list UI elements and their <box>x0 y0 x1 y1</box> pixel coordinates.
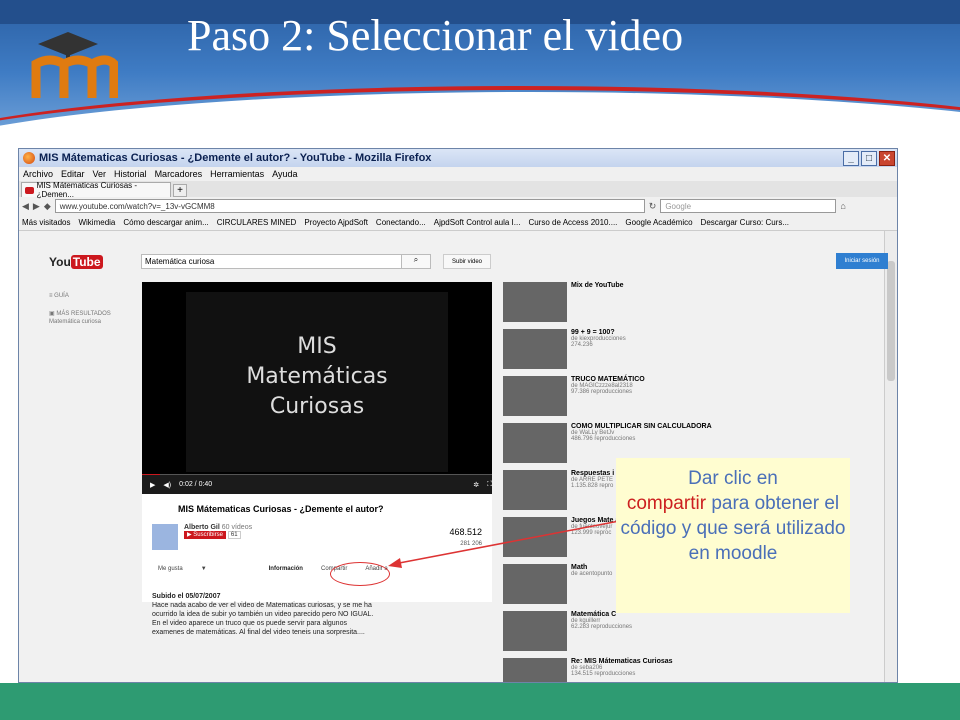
url-bar[interactable]: www.youtube.com/watch?v=_13v-vGCMM8 <box>54 199 645 213</box>
bookmark-5[interactable]: Conectando... <box>376 218 426 227</box>
scrollbar-thumb[interactable] <box>887 261 895 381</box>
related-item[interactable]: 99 + 9 = 100? de kiexproducciones 274.236 <box>503 329 723 375</box>
bookmark-2[interactable]: Cómo descargar anim... <box>123 218 208 227</box>
related-thumbnail[interactable] <box>503 611 567 651</box>
moodle-logo-icon <box>31 32 118 98</box>
youtube-logo[interactable]: You Tube <box>49 255 103 269</box>
menu-bar: Archivo Editar Ver Historial Marcadores … <box>19 167 897 181</box>
related-thumbnail[interactable] <box>503 470 567 510</box>
related-item[interactable]: TRUCO MATEMÁTICO de MAGICzzze8al2318 97.38… <box>503 376 723 422</box>
player-controls: ▶ ◀) 0:02 / 0:40 ✲ ⛶ <box>142 475 492 494</box>
menu-marcadores[interactable]: Marcadores <box>155 169 203 179</box>
subscriber-count: 61 <box>227 531 241 539</box>
bookmarks-bar: Más visitados Wikimedia Cómo descargar a… <box>19 215 897 231</box>
close-button[interactable]: ✕ <box>879 150 895 166</box>
guide-sidebar: ≡ GUÍA ▣ MÁS RESULTADOS Matemática curios… <box>49 292 111 326</box>
volume-icon[interactable]: ◀) <box>163 481 171 489</box>
menu-archivo[interactable]: Archivo <box>23 169 53 179</box>
slide-footer <box>0 683 960 720</box>
instruction-callout: Dar clic en compartir para obtener el có… <box>616 458 850 613</box>
reload-icon[interactable]: ↻ <box>649 201 657 212</box>
minimize-button[interactable]: _ <box>843 150 859 166</box>
related-item[interactable]: Mix de YouTube <box>503 282 723 328</box>
tab-youtube[interactable]: MIS Mátematicas Curiosas - ¿Demen... <box>21 181 171 199</box>
identity-icon[interactable]: ◆ <box>44 201 51 212</box>
bookmark-0[interactable]: Más visitados <box>22 218 70 227</box>
youtube-favicon-icon <box>25 186 34 194</box>
maximize-button[interactable]: □ <box>861 150 877 166</box>
description-text: Hace nada acabo de ver el video de Matem… <box>152 602 374 636</box>
related-thumbnail[interactable] <box>503 329 567 369</box>
tab-informacion[interactable]: Información <box>269 566 303 572</box>
signin-button[interactable]: Iniciar sesión <box>836 253 888 269</box>
firefox-icon <box>23 152 35 164</box>
callout-highlight: compartir <box>626 493 707 514</box>
time-display: 0:02 / 0:40 <box>179 481 213 488</box>
menu-herramientas[interactable]: Herramientas <box>210 169 264 179</box>
scrollbar[interactable] <box>884 231 897 682</box>
bookmark-3[interactable]: CIRCULARES MINED <box>217 218 297 227</box>
slide-title: Paso 2: Seleccionar el video <box>187 11 684 60</box>
tab-bar: MIS Mátematicas Curiosas - ¿Demen... + <box>19 181 897 199</box>
search-bar[interactable]: Google <box>660 199 837 213</box>
menu-ayuda[interactable]: Ayuda <box>272 169 297 179</box>
forward-icon[interactable]: ▶ <box>33 201 40 212</box>
related-thumbnail[interactable] <box>503 282 567 322</box>
play-icon[interactable]: ▶ <box>150 481 155 489</box>
related-thumbnail[interactable] <box>503 376 567 416</box>
slide-header: Paso 2: Seleccionar el video <box>0 0 960 132</box>
bookmark-6[interactable]: AjpdSoft Control aula I... <box>434 218 521 227</box>
youtube-search-button[interactable]: ⌕ <box>401 254 431 269</box>
more-results-sub: Matemática curiosa <box>49 319 102 325</box>
related-thumbnail[interactable] <box>503 423 567 463</box>
like-button[interactable]: Me gusta <box>158 566 183 572</box>
bookmark-1[interactable]: Wikimedia <box>78 218 115 227</box>
search-engine-label: Google <box>665 201 692 211</box>
callout-pre: Dar clic en <box>688 468 778 489</box>
home-icon[interactable]: ⌂ <box>840 201 845 211</box>
video-overlay-title: MIS Matemáticas Curiosas <box>246 334 388 419</box>
bookmark-8[interactable]: Google Académico <box>625 218 692 227</box>
related-item[interactable]: Re: MIS Mátematicas Curiosas de seba206 13… <box>503 658 723 682</box>
video-title: MIS Mátematicas Curiosas - ¿Demente el a… <box>178 504 384 514</box>
dislike-button[interactable]: ▼ <box>201 566 207 572</box>
related-item[interactable]: Matemática Cde kguillerr 62.283 reproducc… <box>503 611 723 657</box>
back-icon[interactable]: ◀ <box>22 201 29 212</box>
settings-icon[interactable]: ✲ <box>473 481 479 489</box>
related-thumbnail[interactable] <box>503 658 567 682</box>
fullscreen-icon[interactable]: ⛶ <box>487 481 492 489</box>
window-title: MIS Mátematicas Curiosas - ¿Demente el a… <box>39 152 432 164</box>
bookmark-7[interactable]: Curso de Access 2010.... <box>528 218 617 227</box>
search-icon: ⌕ <box>413 255 419 264</box>
owner-info: Alberto Gil 60 vídeos ▶ Suscribirse 61 <box>184 524 253 539</box>
owner-name[interactable]: Alberto Gil <box>184 524 220 531</box>
window-titlebar: MIS Mátematicas Curiosas - ¿Demente el a… <box>19 149 897 167</box>
youtube-search-input[interactable]: Matemática curiosa <box>141 254 431 269</box>
video-player[interactable]: MIS Matemáticas Curiosas <box>142 282 492 494</box>
subscribe-button[interactable]: ▶ Suscribirse <box>184 531 226 539</box>
tab-label: MIS Mátematicas Curiosas - ¿Demen... <box>36 181 138 199</box>
nav-bar: ◀ ▶ ◆ www.youtube.com/watch?v=_13v-vGCMM… <box>19 197 897 215</box>
owner-videos: 60 vídeos <box>221 524 253 531</box>
published-date: Subido el 05/07/2007 <box>152 593 221 600</box>
url-text: www.youtube.com/watch?v=_13v-vGCMM8 <box>59 201 215 211</box>
bookmark-9[interactable]: Descargar Curso: Curs... <box>701 218 789 227</box>
upload-button[interactable]: Subir video <box>443 254 491 269</box>
avatar[interactable] <box>152 524 178 550</box>
menu-historial[interactable]: Historial <box>114 169 147 179</box>
callout-arrow-icon <box>388 517 636 568</box>
menu-ver[interactable]: Ver <box>93 169 107 179</box>
bookmark-4[interactable]: Proyecto AjpdSoft <box>304 218 368 227</box>
guide-item[interactable]: ≡ GUÍA <box>49 292 111 300</box>
video-description: Subido el 05/07/2007 Hace nada acabo de … <box>152 592 377 637</box>
more-results-item[interactable]: ▣ MÁS RESULTADOS Matemática curiosa <box>49 310 111 326</box>
new-tab-button[interactable]: + <box>173 184 187 197</box>
menu-editar[interactable]: Editar <box>61 169 85 179</box>
